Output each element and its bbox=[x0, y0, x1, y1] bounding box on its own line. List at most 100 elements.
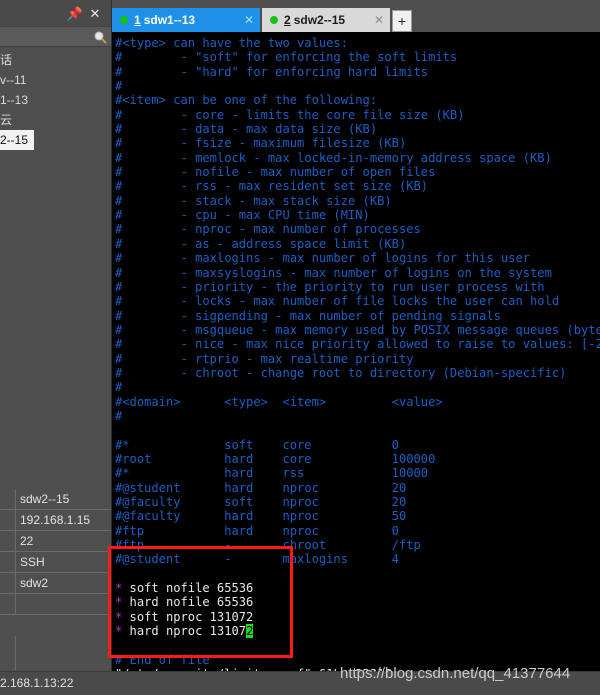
prop-value: sdw2 bbox=[20, 576, 49, 590]
terminal-line-comment: # - priority - the priority to run user … bbox=[115, 280, 600, 294]
terminal-text: #<type> can have the two values: bbox=[115, 36, 348, 50]
terminal-output[interactable]: #<type> can have the two values: # - "sof… bbox=[112, 32, 600, 671]
terminal-text: #@faculty hard nproc 50 bbox=[115, 509, 407, 524]
tree-item-label: v--11 bbox=[0, 73, 27, 87]
terminal-line-comment: # bbox=[115, 79, 600, 93]
terminal-line-limit-entry: * soft nofile 65536 bbox=[115, 581, 600, 595]
terminal-line-comment: # - locks - max number of file locks the… bbox=[115, 294, 600, 308]
sidebar-search-bar[interactable] bbox=[0, 26, 111, 47]
tab-sdw2-15[interactable]: 2 sdw2--15 ✕ bbox=[262, 8, 390, 32]
session-properties-table: sdw2--15 192.168.1.15 22 SSH sdw2 bbox=[0, 489, 112, 671]
terminal-line-limit-entry: * hard nofile 65536 bbox=[115, 595, 600, 609]
tree-item-label: 2--15 bbox=[0, 130, 35, 150]
terminal-line-comment: # - stack - max stack size (KB) bbox=[115, 194, 600, 208]
pin-icon[interactable]: 📌 bbox=[65, 3, 85, 23]
sidebar-titlebar: 📌 ✕ bbox=[0, 0, 111, 26]
close-icon[interactable]: ✕ bbox=[368, 13, 384, 27]
tab-sdw1-13[interactable]: 1 sdw1--13 ✕ bbox=[112, 8, 260, 32]
prop-value: sdw2--15 bbox=[20, 492, 70, 506]
terminal-cursor: 2 bbox=[246, 624, 254, 639]
terminal-line-comment: # - core - limits the core file size (KB… bbox=[115, 108, 600, 122]
tab-number: 1 bbox=[134, 13, 141, 27]
close-icon[interactable]: ✕ bbox=[238, 13, 254, 27]
terminal-text: #ftp - chroot /ftp bbox=[115, 538, 421, 553]
terminal-line-comment: # - fsize - maximum filesize (KB) bbox=[115, 136, 600, 150]
terminal-text: soft nproc 131072 bbox=[122, 609, 254, 624]
terminal-text: # - "hard" for enforcing hard limits bbox=[115, 64, 429, 79]
prop-value: 192.168.1.15 bbox=[20, 513, 91, 527]
terminal-line-comment: # bbox=[115, 409, 600, 423]
tab-label: sdw2--15 bbox=[293, 13, 346, 27]
xshell-window: 📌 ✕ 话 v--11 1--13 云 2--15 sdw2--15 192.1… bbox=[0, 0, 600, 695]
terminal-text: # - chroot - change root to directory (D… bbox=[115, 365, 567, 380]
terminal-line-comment: #<domain> <type> <item> <value> bbox=[115, 395, 600, 409]
connected-status-icon bbox=[120, 16, 128, 24]
terminal-text: #root hard core 100000 bbox=[115, 451, 436, 466]
table-row[interactable]: 192.168.1.15 bbox=[0, 510, 111, 531]
search-icon[interactable] bbox=[93, 30, 107, 44]
row-gutter bbox=[0, 489, 16, 509]
terminal-text: # - nproc - max number of processes bbox=[115, 222, 421, 237]
terminal-line-comment: #root hard core 100000 bbox=[115, 452, 600, 466]
terminal-line-comment: #<type> can have the two values: bbox=[115, 36, 600, 50]
terminal-line-limit-entry: * soft nproc 131072 bbox=[115, 610, 600, 624]
table-empty-area bbox=[0, 636, 112, 671]
terminal-text: #ftp hard nproc 0 bbox=[115, 523, 399, 538]
terminal-line-comment: # - maxlogins - max number of logins for… bbox=[115, 251, 600, 265]
list-item-selected[interactable]: 2--15 bbox=[0, 130, 111, 150]
prop-value: 22 bbox=[20, 534, 34, 548]
terminal-line-comment: # - nproc - max number of processes bbox=[115, 222, 600, 236]
terminal-text: # - locks - max number of file locks the… bbox=[115, 294, 560, 309]
terminal-text: # - core - limits the core file size (KB… bbox=[115, 107, 465, 122]
table-row[interactable]: 22 bbox=[0, 531, 111, 552]
terminal-text: # - nice - max nice priority allowed to … bbox=[115, 337, 600, 352]
table-row[interactable]: SSH bbox=[0, 552, 111, 573]
terminal-line-comment: #* soft core 0 bbox=[115, 438, 600, 452]
status-bar-address: 2.168.1.13:22 bbox=[0, 676, 74, 690]
terminal-line-comment: # bbox=[115, 380, 600, 394]
list-item[interactable]: 云 bbox=[0, 110, 111, 130]
new-tab-button[interactable]: + bbox=[392, 10, 412, 32]
terminal-text: # - as - address space limit (KB) bbox=[115, 236, 407, 251]
list-item[interactable]: 1--13 bbox=[0, 90, 111, 110]
terminal-line-comment: #@student hard nproc 20 bbox=[115, 481, 600, 495]
terminal-text: # - fsize - maximum filesize (KB) bbox=[115, 136, 407, 151]
terminal-text: #@student hard nproc 20 bbox=[115, 480, 407, 495]
terminal-line-comment: # - rss - max resident set size (KB) bbox=[115, 179, 600, 193]
terminal-text: #@faculty soft nproc 20 bbox=[115, 495, 407, 509]
terminal-text: # - priority - the priority to run user … bbox=[115, 279, 545, 294]
row-gutter bbox=[0, 552, 16, 572]
terminal-line-comment: # End of file bbox=[115, 653, 600, 667]
terminal-line-comment: #ftp - chroot /ftp bbox=[115, 538, 600, 552]
terminal-line-comment: # - memlock - max locked-in-memory addre… bbox=[115, 151, 600, 165]
tab-label: sdw1--13 bbox=[143, 13, 196, 27]
close-icon[interactable]: ✕ bbox=[85, 3, 105, 23]
terminal-line-comment: # - nice - max nice priority allowed to … bbox=[115, 337, 600, 351]
list-item[interactable]: 话 bbox=[0, 50, 111, 70]
terminal-text: # End of file bbox=[115, 652, 210, 667]
terminal-text: # - rtprio - max realtime priority bbox=[115, 351, 414, 366]
terminal-text: soft nofile 65536 bbox=[122, 581, 254, 596]
terminal-text: #* soft core 0 bbox=[115, 437, 399, 452]
list-item[interactable]: v--11 bbox=[0, 70, 111, 90]
table-row[interactable]: sdw2--15 bbox=[0, 489, 111, 510]
status-bar: 2.168.1.13:22 bbox=[0, 671, 600, 695]
row-gutter bbox=[0, 573, 16, 593]
table-row[interactable] bbox=[0, 594, 111, 615]
table-row[interactable]: sdw2 bbox=[0, 573, 111, 594]
terminal-text: # - msgqueue - max memory used by POSIX … bbox=[115, 322, 600, 337]
terminal-line-comment: # - msgqueue - max memory used by POSIX … bbox=[115, 323, 600, 337]
terminal-text: # - maxsyslogins - max number of logins … bbox=[115, 265, 552, 280]
terminal-line-comment: #@student - maxlogins 4 bbox=[115, 552, 600, 566]
session-tree[interactable]: 话 v--11 1--13 云 2--15 bbox=[0, 47, 111, 150]
terminal-line-comment: # - nofile - max number of open files bbox=[115, 165, 600, 179]
terminal-text: # - sigpending - max number of pending s… bbox=[115, 308, 501, 323]
terminal-line-comment: # - sigpending - max number of pending s… bbox=[115, 309, 600, 323]
terminal-text: # bbox=[115, 79, 123, 94]
tab-number: 2 bbox=[284, 13, 291, 27]
row-gutter bbox=[0, 636, 16, 671]
connected-status-icon bbox=[270, 16, 278, 24]
tree-item-label: 云 bbox=[0, 113, 13, 127]
terminal-text: # bbox=[115, 380, 123, 395]
tree-item-label: 1--13 bbox=[0, 93, 29, 107]
